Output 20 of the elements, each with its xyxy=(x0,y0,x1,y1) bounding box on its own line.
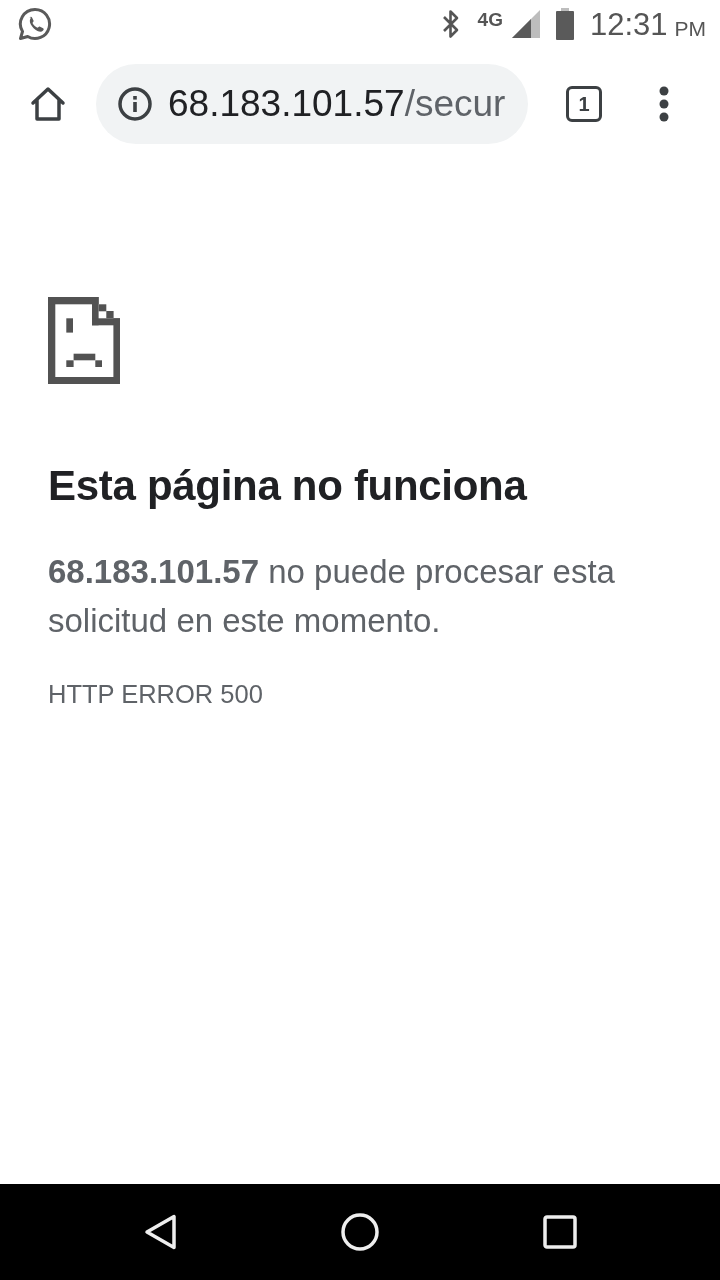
info-icon[interactable] xyxy=(118,87,152,121)
tab-count-button[interactable]: 1 xyxy=(566,86,602,122)
network-type-label: 4G xyxy=(477,9,503,29)
house-icon[interactable] xyxy=(30,86,66,122)
error-code: HTTP ERROR 500 xyxy=(48,679,264,710)
back-icon[interactable] xyxy=(143,1213,179,1251)
address-bar[interactable]: 68.183.101.57/secur xyxy=(96,64,528,144)
more-menu-icon[interactable] xyxy=(659,86,669,122)
phone-bubble-icon xyxy=(18,7,52,41)
clock-time: 12:31 xyxy=(589,8,668,40)
signal-icon xyxy=(511,10,540,38)
overview-square-icon[interactable] xyxy=(543,1215,577,1249)
error-title: Esta página no funciona xyxy=(48,461,528,511)
battery-icon xyxy=(555,8,574,40)
error-message: 68.183.101.57 no puede procesar esta solicitud en este momento. xyxy=(48,552,616,641)
home-circle-icon[interactable] xyxy=(341,1213,379,1251)
url-text[interactable]: 68.183.101.57/secur xyxy=(168,81,506,127)
am-pm-label: PM xyxy=(674,17,706,39)
bluetooth-icon xyxy=(441,9,460,39)
sad-page-icon xyxy=(48,297,120,384)
